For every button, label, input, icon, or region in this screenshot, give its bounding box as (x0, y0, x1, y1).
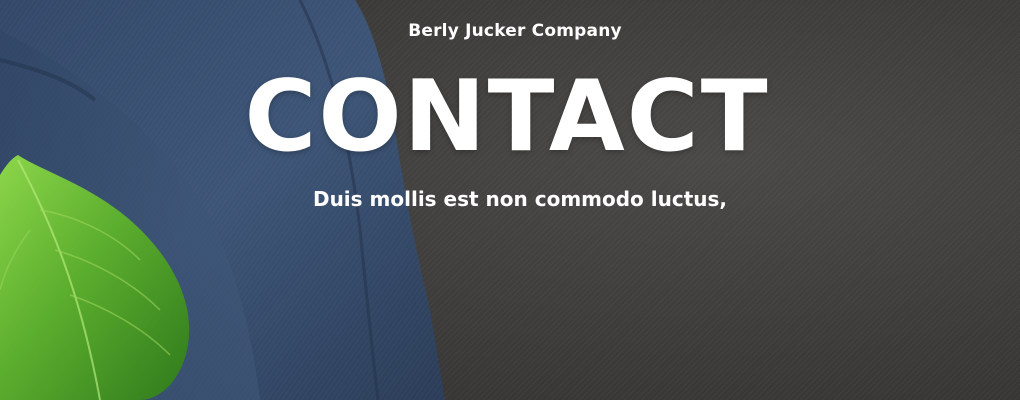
page-subtitle: Duis mollis est non commodo luctus, (312, 187, 728, 211)
hero-banner: Berly Jucker Company CONTACT Duis mollis… (0, 0, 1020, 400)
company-name: Berly Jucker Company (408, 21, 622, 41)
hero-text-block: Berly Jucker Company CONTACT Duis mollis… (0, 0, 1020, 400)
page-title: CONTACT (244, 60, 770, 174)
